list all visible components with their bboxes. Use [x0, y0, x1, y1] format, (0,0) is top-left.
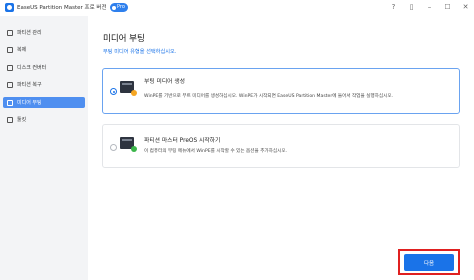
clone-icon — [7, 46, 13, 53]
radio-button[interactable] — [110, 88, 117, 95]
next-button[interactable]: 다음 — [404, 254, 454, 271]
option-description: WinPE를 기반으로 부트 미디어를 생성하십시오. WinPE가 시작되면 … — [144, 94, 394, 99]
partition-icon — [7, 29, 13, 36]
pro-badge[interactable]: Pro — [110, 3, 128, 12]
app-logo-icon — [5, 3, 14, 12]
option-title: 파티션 마스터 PreOS 시작하기 — [144, 138, 221, 144]
badge-icon — [131, 146, 137, 152]
pro-badge-label: Pro — [117, 4, 125, 10]
maximize-icon[interactable]: ☐ — [443, 2, 452, 12]
option-create-boot-media[interactable]: 부팅 미디어 생성 WinPE를 기반으로 부트 미디어를 생성하십시오. Wi… — [102, 68, 460, 114]
page-title: 미디어 부팅 — [103, 34, 145, 44]
option-description: 이 컴퓨터의 부팅 메뉴에서 WinPE를 시작할 수 있는 옵션을 추가하십시… — [144, 149, 288, 154]
sidebar-item-partition-recovery[interactable]: 파티션 복구 — [3, 79, 85, 90]
sidebar: 파티션 관리 복제 디스크 컨버터 파티션 복구 미디어 부팅 툴킷 — [0, 16, 88, 280]
option-preos[interactable]: 파티션 마스터 PreOS 시작하기 이 컴퓨터의 부팅 메뉴에서 WinPE를… — [102, 124, 460, 168]
title-bar: EaseUS Partition Master 프로 버전 Pro ? ▯ – … — [0, 0, 474, 16]
pro-badge-icon — [112, 5, 116, 10]
sidebar-item-label: 파티션 관리 — [17, 30, 42, 36]
boot-media-create-icon — [120, 81, 137, 96]
help-icon[interactable]: ? — [389, 2, 398, 12]
option-title: 부팅 미디어 생성 — [144, 79, 186, 85]
sidebar-item-disk-converter[interactable]: 디스크 컨버터 — [3, 62, 85, 73]
recovery-icon — [7, 81, 13, 88]
toolkit-icon — [7, 116, 13, 123]
sidebar-item-boot-media[interactable]: 미디어 부팅 — [3, 97, 85, 108]
preos-icon — [120, 137, 137, 152]
sidebar-item-clone[interactable]: 복제 — [3, 44, 85, 55]
boot-media-icon — [7, 99, 13, 106]
sidebar-item-label: 디스크 컨버터 — [17, 65, 47, 71]
window-controls: ? ▯ – ☐ ✕ — [389, 2, 470, 12]
sidebar-item-label: 미디어 부팅 — [17, 100, 42, 106]
sidebar-item-partition-manager[interactable]: 파티션 관리 — [3, 27, 85, 38]
bookmark-icon[interactable]: ▯ — [407, 2, 416, 12]
sidebar-item-toolkit[interactable]: 툴킷 — [3, 114, 85, 125]
main-panel: 미디어 부팅 부팅 미디어 유형을 선택하십시오. 부팅 미디어 생성 WinP… — [88, 16, 474, 280]
disk-convert-icon — [7, 64, 13, 71]
app-title: EaseUS Partition Master 프로 버전 — [17, 5, 107, 11]
radio-button[interactable] — [110, 144, 117, 151]
sidebar-item-label: 툴킷 — [17, 117, 27, 123]
badge-icon — [131, 90, 137, 96]
sidebar-item-label: 복제 — [17, 47, 27, 53]
page-subtitle: 부팅 미디어 유형을 선택하십시오. — [103, 49, 177, 55]
minimize-icon[interactable]: – — [425, 2, 434, 12]
sidebar-item-label: 파티션 복구 — [17, 82, 42, 88]
close-icon[interactable]: ✕ — [461, 2, 470, 12]
